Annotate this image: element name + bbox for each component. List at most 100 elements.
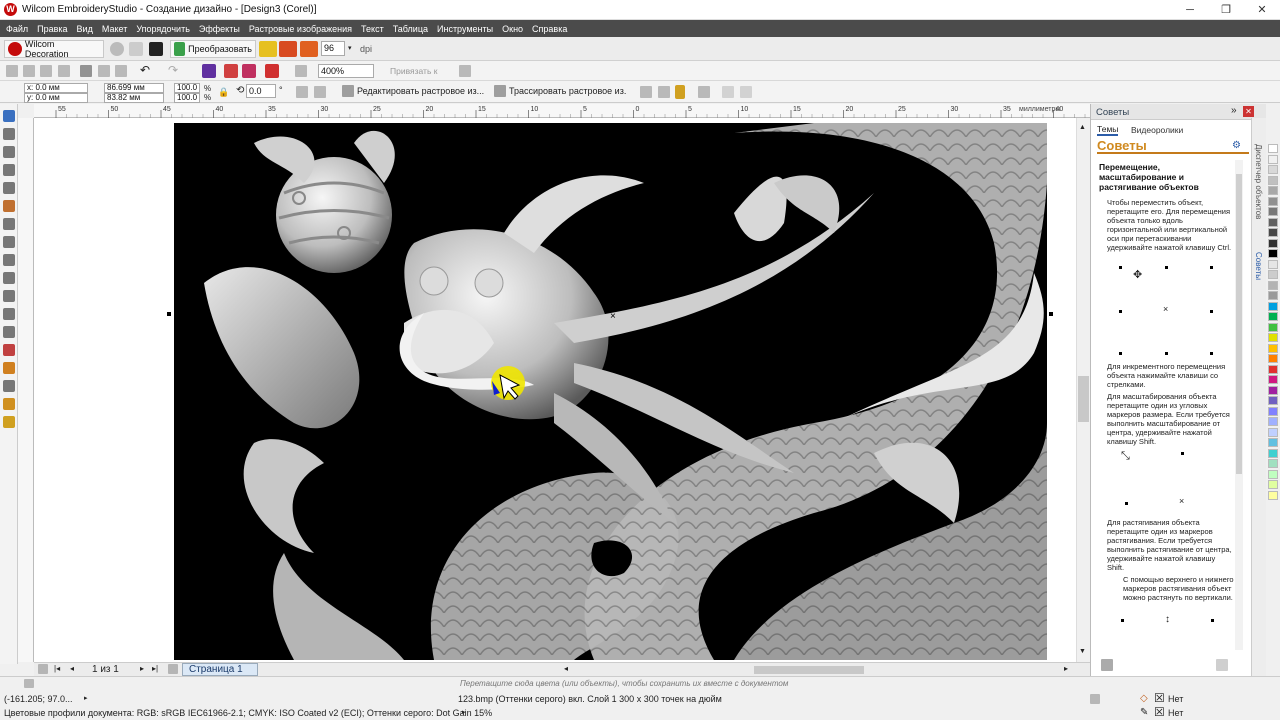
add-page-after-icon[interactable] — [168, 664, 178, 674]
docker-collapse-icon[interactable]: » — [1231, 105, 1237, 116]
palette-swatch[interactable] — [1268, 291, 1278, 300]
save-icon[interactable] — [40, 65, 52, 77]
menu-arrange[interactable]: Упорядочить — [136, 24, 190, 34]
ellipse-tool-icon[interactable] — [3, 236, 15, 248]
next-page-icon[interactable]: ▸ — [140, 664, 144, 673]
dimension-tool-icon[interactable] — [3, 308, 15, 320]
fullscreen-icon[interactable] — [295, 65, 307, 77]
x-position-input[interactable]: x: 0.0 мм — [24, 83, 88, 93]
palette-swatch[interactable] — [1268, 301, 1278, 311]
stitch-icon[interactable] — [279, 41, 297, 57]
bitmap-mask-icon[interactable] — [675, 85, 685, 99]
bitmap-color-icon[interactable] — [698, 86, 710, 98]
edit-bitmap-button[interactable]: Редактировать растровое из... — [342, 85, 484, 97]
docker-close-icon[interactable]: ✕ — [1243, 106, 1254, 117]
maximize-button[interactable]: ❐ — [1208, 0, 1244, 20]
camera-icon[interactable] — [149, 42, 163, 56]
convert-button[interactable]: Преобразовать — [170, 40, 256, 58]
scroll-right-icon[interactable]: ▸ — [1064, 664, 1068, 673]
globe-icon[interactable] — [110, 42, 124, 56]
palette-swatch[interactable] — [1268, 259, 1278, 269]
fill-stitch-icon[interactable] — [300, 41, 318, 57]
vertical-ruler[interactable] — [18, 118, 34, 662]
menu-layout[interactable]: Макет — [102, 24, 127, 34]
options-icon[interactable] — [459, 65, 471, 77]
prev-page-icon[interactable]: ◂ — [70, 664, 74, 673]
zoom-level-select[interactable]: 400% — [318, 64, 374, 78]
close-button[interactable]: ✕ — [1244, 0, 1280, 20]
redo-icon[interactable]: ↷ — [168, 63, 178, 77]
palette-swatch[interactable] — [1268, 364, 1278, 374]
crop-icon[interactable] — [640, 86, 652, 98]
side-tab-object-manager[interactable]: Диспетчер объектов — [1254, 144, 1263, 219]
horizontal-scroll-thumb[interactable] — [754, 666, 864, 674]
dragon-bitmap-image[interactable]: × — [174, 123, 1047, 660]
profiles-expand-icon[interactable]: ▸ — [462, 708, 466, 716]
smart-fill-tool-icon[interactable] — [3, 416, 15, 428]
new-icon[interactable] — [6, 65, 18, 77]
vertical-scrollbar[interactable]: ▲ ▼ — [1076, 118, 1090, 662]
palette-swatch[interactable] — [1268, 154, 1278, 164]
docker-back-icon[interactable] — [1216, 659, 1228, 671]
transparency-tool-icon[interactable] — [3, 362, 15, 374]
palette-swatch[interactable] — [1268, 459, 1278, 468]
menu-table[interactable]: Таблица — [393, 24, 428, 34]
wilcom-decoration-button[interactable]: Wilcom Decoration — [4, 39, 104, 59]
palette-swatch[interactable] — [1268, 343, 1278, 353]
print-icon[interactable] — [58, 65, 70, 77]
shape-tool-icon[interactable] — [3, 128, 15, 140]
search-content-icon[interactable] — [202, 64, 216, 78]
height-input[interactable]: 83.82 мм — [104, 93, 164, 103]
selection-handle-right[interactable] — [1049, 312, 1053, 316]
palette-swatch[interactable] — [1268, 165, 1278, 174]
menu-bitmaps[interactable]: Растровые изображения — [249, 24, 352, 34]
eyedropper-tool-icon[interactable] — [3, 380, 15, 392]
blend-tool-icon[interactable] — [3, 344, 15, 356]
palette-swatch[interactable] — [1268, 322, 1278, 332]
color-profiles[interactable]: Цветовые профили документа: RGB: sRGB IE… — [4, 708, 492, 718]
artistic-media-tool-icon[interactable] — [3, 200, 15, 212]
palette-swatch[interactable] — [1268, 175, 1278, 185]
menu-tools[interactable]: Инструменты — [437, 24, 493, 34]
scroll-down-icon[interactable]: ▼ — [1079, 648, 1086, 655]
interactive-fill-tool-icon[interactable] — [3, 398, 15, 410]
zoom-tool-icon[interactable] — [3, 164, 15, 176]
crop-tool-icon[interactable] — [3, 146, 15, 158]
menu-file[interactable]: Файл — [6, 24, 28, 34]
polygon-tool-icon[interactable] — [3, 254, 15, 266]
palette-swatch[interactable] — [1268, 270, 1278, 279]
palette-swatch[interactable] — [1268, 480, 1278, 489]
table-tool-icon[interactable] — [3, 290, 15, 302]
palette-swatch[interactable] — [1268, 249, 1278, 258]
text-tool-icon[interactable] — [3, 272, 15, 284]
palette-swatch[interactable] — [1268, 144, 1278, 153]
scale-y-input[interactable]: 100.0 — [174, 93, 200, 103]
scroll-left-icon[interactable]: ◂ — [564, 664, 568, 673]
palette-swatch[interactable] — [1268, 312, 1278, 321]
palette-swatch[interactable] — [1268, 207, 1278, 216]
palette-swatch[interactable] — [1268, 333, 1278, 342]
last-page-icon[interactable]: ▸| — [152, 664, 158, 673]
rotation-angle-input[interactable]: 0.0 — [246, 84, 276, 98]
vertical-scroll-thumb[interactable] — [1078, 376, 1089, 422]
palette-swatch[interactable] — [1268, 375, 1278, 384]
palette-swatch[interactable] — [1268, 438, 1278, 447]
freehand-tool-icon[interactable] — [3, 182, 15, 194]
palette-swatch[interactable] — [1268, 238, 1278, 248]
scale-x-input[interactable]: 100.0 — [174, 83, 200, 93]
tab-topics[interactable]: Темы — [1097, 124, 1119, 136]
rectangle-tool-icon[interactable] — [3, 218, 15, 230]
copy-icon[interactable] — [98, 65, 110, 77]
palette-options-icon[interactable] — [24, 679, 34, 688]
align-left-icon[interactable] — [722, 86, 734, 98]
menu-view[interactable]: Вид — [77, 24, 93, 34]
selection-handle-left[interactable] — [167, 312, 171, 316]
palette-swatch[interactable] — [1268, 469, 1278, 479]
menu-text[interactable]: Текст — [361, 24, 384, 34]
minimize-button[interactable]: ─ — [1172, 0, 1208, 20]
palette-swatch[interactable] — [1268, 354, 1278, 363]
open-icon[interactable] — [23, 65, 35, 77]
palette-swatch[interactable] — [1268, 385, 1278, 395]
docker-home-icon[interactable] — [1101, 659, 1113, 671]
docker-scrollbar[interactable] — [1235, 160, 1243, 650]
